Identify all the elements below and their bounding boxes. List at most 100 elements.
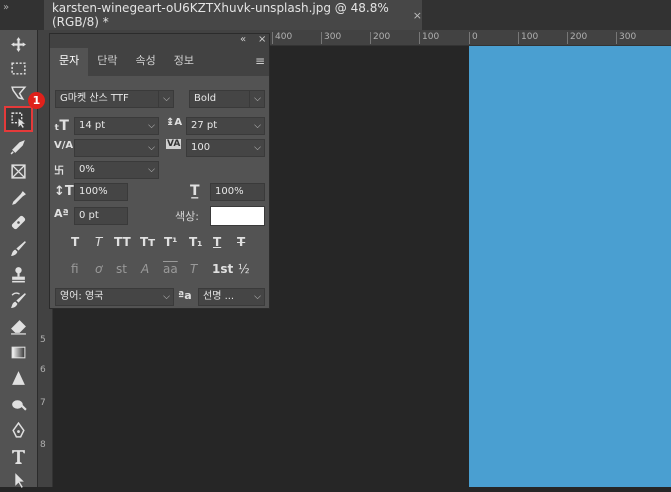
object-selection-tool-icon[interactable] <box>4 106 33 132</box>
ruler-label: 6 <box>40 365 46 375</box>
kerning-icon: V/A <box>54 140 74 151</box>
underline-button[interactable]: T <box>213 235 221 249</box>
faux-bold-button[interactable]: T <box>71 235 79 249</box>
panel-close-icon[interactable]: × <box>258 34 266 45</box>
ruler-tick <box>419 32 420 44</box>
ruler-tick <box>567 32 568 44</box>
faux-italic-button[interactable]: T <box>95 235 102 249</box>
horizontal-scale-field[interactable]: 100% <box>210 183 265 201</box>
gradient-tool-icon[interactable] <box>5 340 32 364</box>
font-size-field[interactable]: 14 pt ⌵ <box>74 117 159 135</box>
language-select[interactable]: 영어: 영국 ⌵ <box>55 288 174 306</box>
language-value: 영어: 영국 <box>60 291 104 302</box>
text-color-swatch[interactable] <box>210 206 265 226</box>
chevron-down-icon: ⌵ <box>148 143 155 153</box>
document-tab[interactable]: karsten-winegeart-oU6KZTXhuvk-unsplash.j… <box>44 0 422 30</box>
path-selection-tool-icon[interactable] <box>5 468 32 492</box>
document-tab-bar: » karsten-winegeart-oU6KZTXhuvk-unsplash… <box>0 0 671 31</box>
horizontal-scale-icon: T̲ <box>190 183 200 199</box>
ruler-tick <box>321 32 322 44</box>
leading-icon: ↨A <box>166 117 183 128</box>
strikethrough-button[interactable]: T <box>237 235 245 249</box>
character-panel: « × 문자 단락 속성 정보 ≡ G마켓 산스 TTF ⌵ Bold ⌵ ₜT… <box>49 33 270 309</box>
type-tool-icon[interactable] <box>5 444 32 468</box>
eyedropper-tool-icon[interactable] <box>5 186 32 210</box>
font-family-select[interactable]: G마켓 산스 TTF ⌵ <box>55 90 174 108</box>
standard-ligatures-button[interactable]: fi <box>71 262 79 276</box>
tracking-icon: VA <box>166 139 182 149</box>
small-caps-button[interactable]: Tт <box>140 235 155 249</box>
ruler-label: 8 <box>40 440 46 450</box>
ruler-label: 100 <box>521 32 539 42</box>
swash-button[interactable]: A <box>141 262 149 276</box>
tab-paragraph[interactable]: 단락 <box>88 48 126 76</box>
tsume-icon: 卐 <box>54 166 64 177</box>
history-brush-tool-icon[interactable] <box>5 288 32 312</box>
panel-tabs: 문자 단락 속성 정보 ≡ <box>50 48 269 76</box>
tab-properties[interactable]: 속성 <box>127 48 165 76</box>
vertical-scale-field[interactable]: 100% <box>74 183 128 201</box>
move-tool-icon[interactable] <box>5 32 32 56</box>
clone-stamp-tool-icon[interactable] <box>5 262 32 286</box>
ruler-tick <box>616 32 617 44</box>
ruler-tick <box>272 32 273 44</box>
ruler-label: 5 <box>40 335 46 345</box>
chevron-down-icon: ⌵ <box>254 143 261 153</box>
ruler-tick <box>370 32 371 44</box>
pen-tool-icon[interactable] <box>5 418 32 442</box>
baseline-shift-value: 0 pt <box>79 210 99 221</box>
ruler-label: 7 <box>40 398 46 408</box>
tsume-field[interactable]: 0% ⌵ <box>74 161 159 179</box>
ruler-label: 200 <box>570 32 588 42</box>
font-style-select[interactable]: Bold ⌵ <box>189 90 265 108</box>
stylistic-alternates-button[interactable]: aa <box>163 262 178 276</box>
document-tab-close-icon[interactable]: × <box>413 9 422 22</box>
frame-tool-icon[interactable] <box>5 159 32 183</box>
leading-value: 27 pt <box>191 120 218 131</box>
leading-field[interactable]: 27 pt ⌵ <box>186 117 265 135</box>
ruler-tick <box>469 32 470 44</box>
kerning-field[interactable]: ⌵ <box>74 139 159 157</box>
step-number-badge: 1 <box>28 92 45 109</box>
document-image[interactable] <box>469 46 671 487</box>
vertical-scale-icon: ↕T <box>54 184 74 199</box>
panel-header[interactable]: « × <box>50 34 269 48</box>
tab-info[interactable]: 정보 <box>165 48 203 76</box>
ruler-label: 200 <box>373 32 391 42</box>
all-caps-button[interactable]: TT <box>114 235 131 249</box>
healing-brush-tool-icon[interactable] <box>5 210 32 234</box>
anti-alias-select[interactable]: 선명 ... ⌵ <box>198 288 265 306</box>
crop-tool-icon[interactable] <box>5 134 32 158</box>
titling-alternates-button[interactable]: T <box>190 262 197 276</box>
brush-tool-icon[interactable] <box>5 236 32 260</box>
vertical-scale-value: 100% <box>79 186 108 197</box>
subscript-button[interactable]: T₁ <box>189 235 202 249</box>
discretionary-ligatures-button[interactable]: st <box>116 262 127 276</box>
anti-alias-value: 선명 ... <box>203 291 235 302</box>
baseline-shift-field[interactable]: 0 pt <box>74 207 128 225</box>
toolbox-collapse-icon[interactable]: » <box>3 2 9 13</box>
ruler-label: 300 <box>619 32 637 42</box>
ruler-label: 400 <box>275 32 293 42</box>
blur-tool-icon[interactable] <box>5 366 32 390</box>
eraser-tool-icon[interactable] <box>5 314 32 338</box>
dodge-tool-icon[interactable] <box>5 392 32 416</box>
tab-character[interactable]: 문자 <box>50 48 89 76</box>
color-label: 색상: <box>175 210 199 223</box>
chevron-down-icon: ⌵ <box>254 292 261 302</box>
marquee-tool-icon[interactable] <box>5 56 32 80</box>
font-size-value: 14 pt <box>79 120 106 131</box>
panel-menu-icon[interactable]: ≡ <box>255 54 265 68</box>
chevron-down-icon: ⌵ <box>163 292 170 302</box>
tracking-field[interactable]: 100 ⌵ <box>186 139 265 157</box>
superscript-button[interactable]: T¹ <box>164 235 177 249</box>
ordinals-button[interactable]: 1st <box>212 262 233 276</box>
font-family-value: G마켓 산스 TTF <box>60 93 129 104</box>
contextual-alternates-button[interactable]: ơ <box>95 262 102 276</box>
panel-collapse-icon[interactable]: « <box>240 34 246 45</box>
document-tab-title: karsten-winegeart-oU6KZTXhuvk-unsplash.j… <box>52 1 389 29</box>
anti-alias-icon: ªa <box>178 289 192 302</box>
chevron-down-icon: ⌵ <box>163 94 170 104</box>
fractions-button[interactable]: ½ <box>238 262 250 276</box>
tsume-value: 0% <box>79 164 95 175</box>
